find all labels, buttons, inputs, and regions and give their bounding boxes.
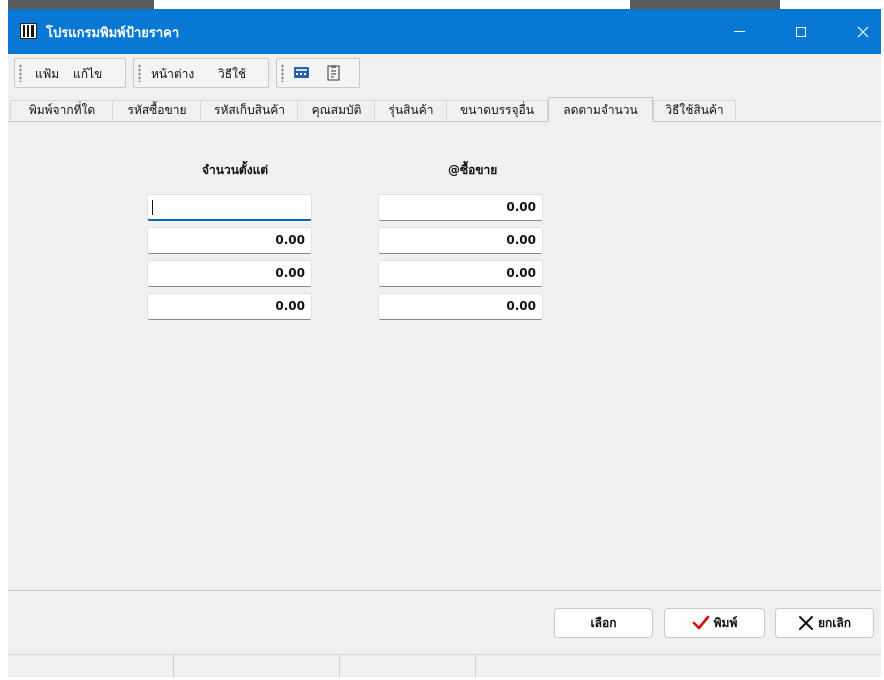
tab-print-source[interactable]: พิมพ์จากที่ใด bbox=[10, 100, 114, 120]
panel-divider bbox=[8, 590, 881, 591]
background-strip bbox=[8, 0, 154, 9]
price-field-2[interactable]: 0.00 bbox=[378, 227, 543, 254]
status-separator bbox=[475, 655, 476, 677]
print-button-label: พิมพ์ bbox=[713, 615, 738, 630]
tab-label: รุ่นสินค้า bbox=[388, 103, 434, 117]
select-button[interactable]: เลือก bbox=[554, 608, 653, 638]
tab-label: ลดตามจำนวน bbox=[563, 102, 638, 117]
calculator-icon[interactable] bbox=[293, 64, 310, 81]
calendar-icon[interactable] bbox=[325, 64, 342, 81]
qty-field-3[interactable]: 0.00 bbox=[147, 260, 312, 287]
menu-window[interactable]: หน้าต่าง bbox=[151, 65, 194, 84]
barcode-icon bbox=[20, 23, 37, 39]
print-button[interactable]: พิมพ์ bbox=[664, 608, 765, 638]
qty-column-header: จำนวนตั้งแต่ bbox=[202, 163, 269, 177]
tab-product-usage[interactable]: วิธีใช้สินค้า bbox=[653, 100, 736, 120]
price-field-4[interactable]: 0.00 bbox=[378, 293, 543, 320]
tab-label: คุณสมบัติ bbox=[311, 103, 362, 117]
toolbar-grip[interactable] bbox=[281, 64, 284, 82]
tab-stock-code[interactable]: รหัสเก็บสินค้า bbox=[200, 100, 299, 120]
status-separator bbox=[339, 655, 340, 677]
tool-group bbox=[276, 58, 360, 88]
main-window: โปรแกรมพิมพ์ป้ายราคา แฟ้ม แก้ไข หน้าต่าง… bbox=[8, 9, 881, 677]
cross-icon bbox=[798, 616, 813, 630]
text-caret bbox=[152, 200, 153, 215]
tab-label: วิธีใช้สินค้า bbox=[665, 103, 724, 117]
tab-quantity-discount[interactable]: ลดตามจำนวน bbox=[548, 97, 653, 122]
tab-label: รหัสซื้อขาย bbox=[127, 103, 187, 117]
tab-trade-code[interactable]: รหัสซื้อขาย bbox=[112, 100, 202, 120]
menu-group-file: แฟ้ม แก้ไข bbox=[14, 58, 126, 88]
menu-toolbar: แฟ้ม แก้ไข หน้าต่าง วิธีใช้ bbox=[8, 55, 881, 91]
menu-file[interactable]: แฟ้ม bbox=[35, 65, 59, 84]
title-bar[interactable]: โปรแกรมพิมพ์ป้ายราคา bbox=[8, 9, 881, 54]
window-title: โปรแกรมพิมพ์ป้ายราคา bbox=[46, 26, 180, 41]
tab-label: รหัสเก็บสินค้า bbox=[214, 103, 285, 117]
menu-group-window: หน้าต่าง วิธีใช้ bbox=[133, 58, 269, 88]
tab-strip: พิมพ์จากที่ใด รหัสซื้อขาย รหัสเก็บสินค้า… bbox=[8, 97, 881, 122]
background-strip bbox=[630, 0, 780, 9]
status-bar bbox=[8, 654, 881, 677]
price-field-1[interactable]: 0.00 bbox=[378, 194, 543, 221]
status-separator bbox=[173, 655, 174, 677]
close-icon bbox=[857, 26, 869, 37]
toolbar-grip[interactable] bbox=[138, 64, 141, 82]
cancel-button[interactable]: ยกเลิก bbox=[775, 608, 874, 638]
tab-models[interactable]: รุ่นสินค้า bbox=[374, 100, 448, 120]
maximize-icon bbox=[796, 26, 806, 37]
qty-field-2[interactable]: 0.00 bbox=[147, 227, 312, 254]
qty-field-1[interactable] bbox=[147, 194, 312, 221]
maximize-button[interactable] bbox=[772, 9, 830, 54]
checkmark-icon bbox=[692, 615, 709, 630]
price-field-3[interactable]: 0.00 bbox=[378, 260, 543, 287]
tab-label: พิมพ์จากที่ใด bbox=[28, 103, 96, 117]
tab-other-packaging[interactable]: ขนาดบรรจุอื่น bbox=[446, 100, 548, 120]
menu-help[interactable]: วิธีใช้ bbox=[218, 65, 246, 84]
menu-edit[interactable]: แก้ไข bbox=[73, 65, 102, 84]
price-column-header: @ซื้อขาย bbox=[448, 163, 498, 177]
minimize-icon bbox=[733, 31, 745, 32]
select-button-label: เลือก bbox=[590, 615, 617, 630]
tab-properties[interactable]: คุณสมบัติ bbox=[297, 100, 376, 120]
toolbar-grip[interactable] bbox=[19, 64, 22, 82]
minimize-button[interactable] bbox=[710, 9, 768, 54]
close-button[interactable] bbox=[834, 9, 881, 54]
cancel-button-label: ยกเลิก bbox=[817, 615, 852, 630]
qty-field-4[interactable]: 0.00 bbox=[147, 293, 312, 320]
tab-label: ขนาดบรรจุอื่น bbox=[460, 103, 534, 117]
